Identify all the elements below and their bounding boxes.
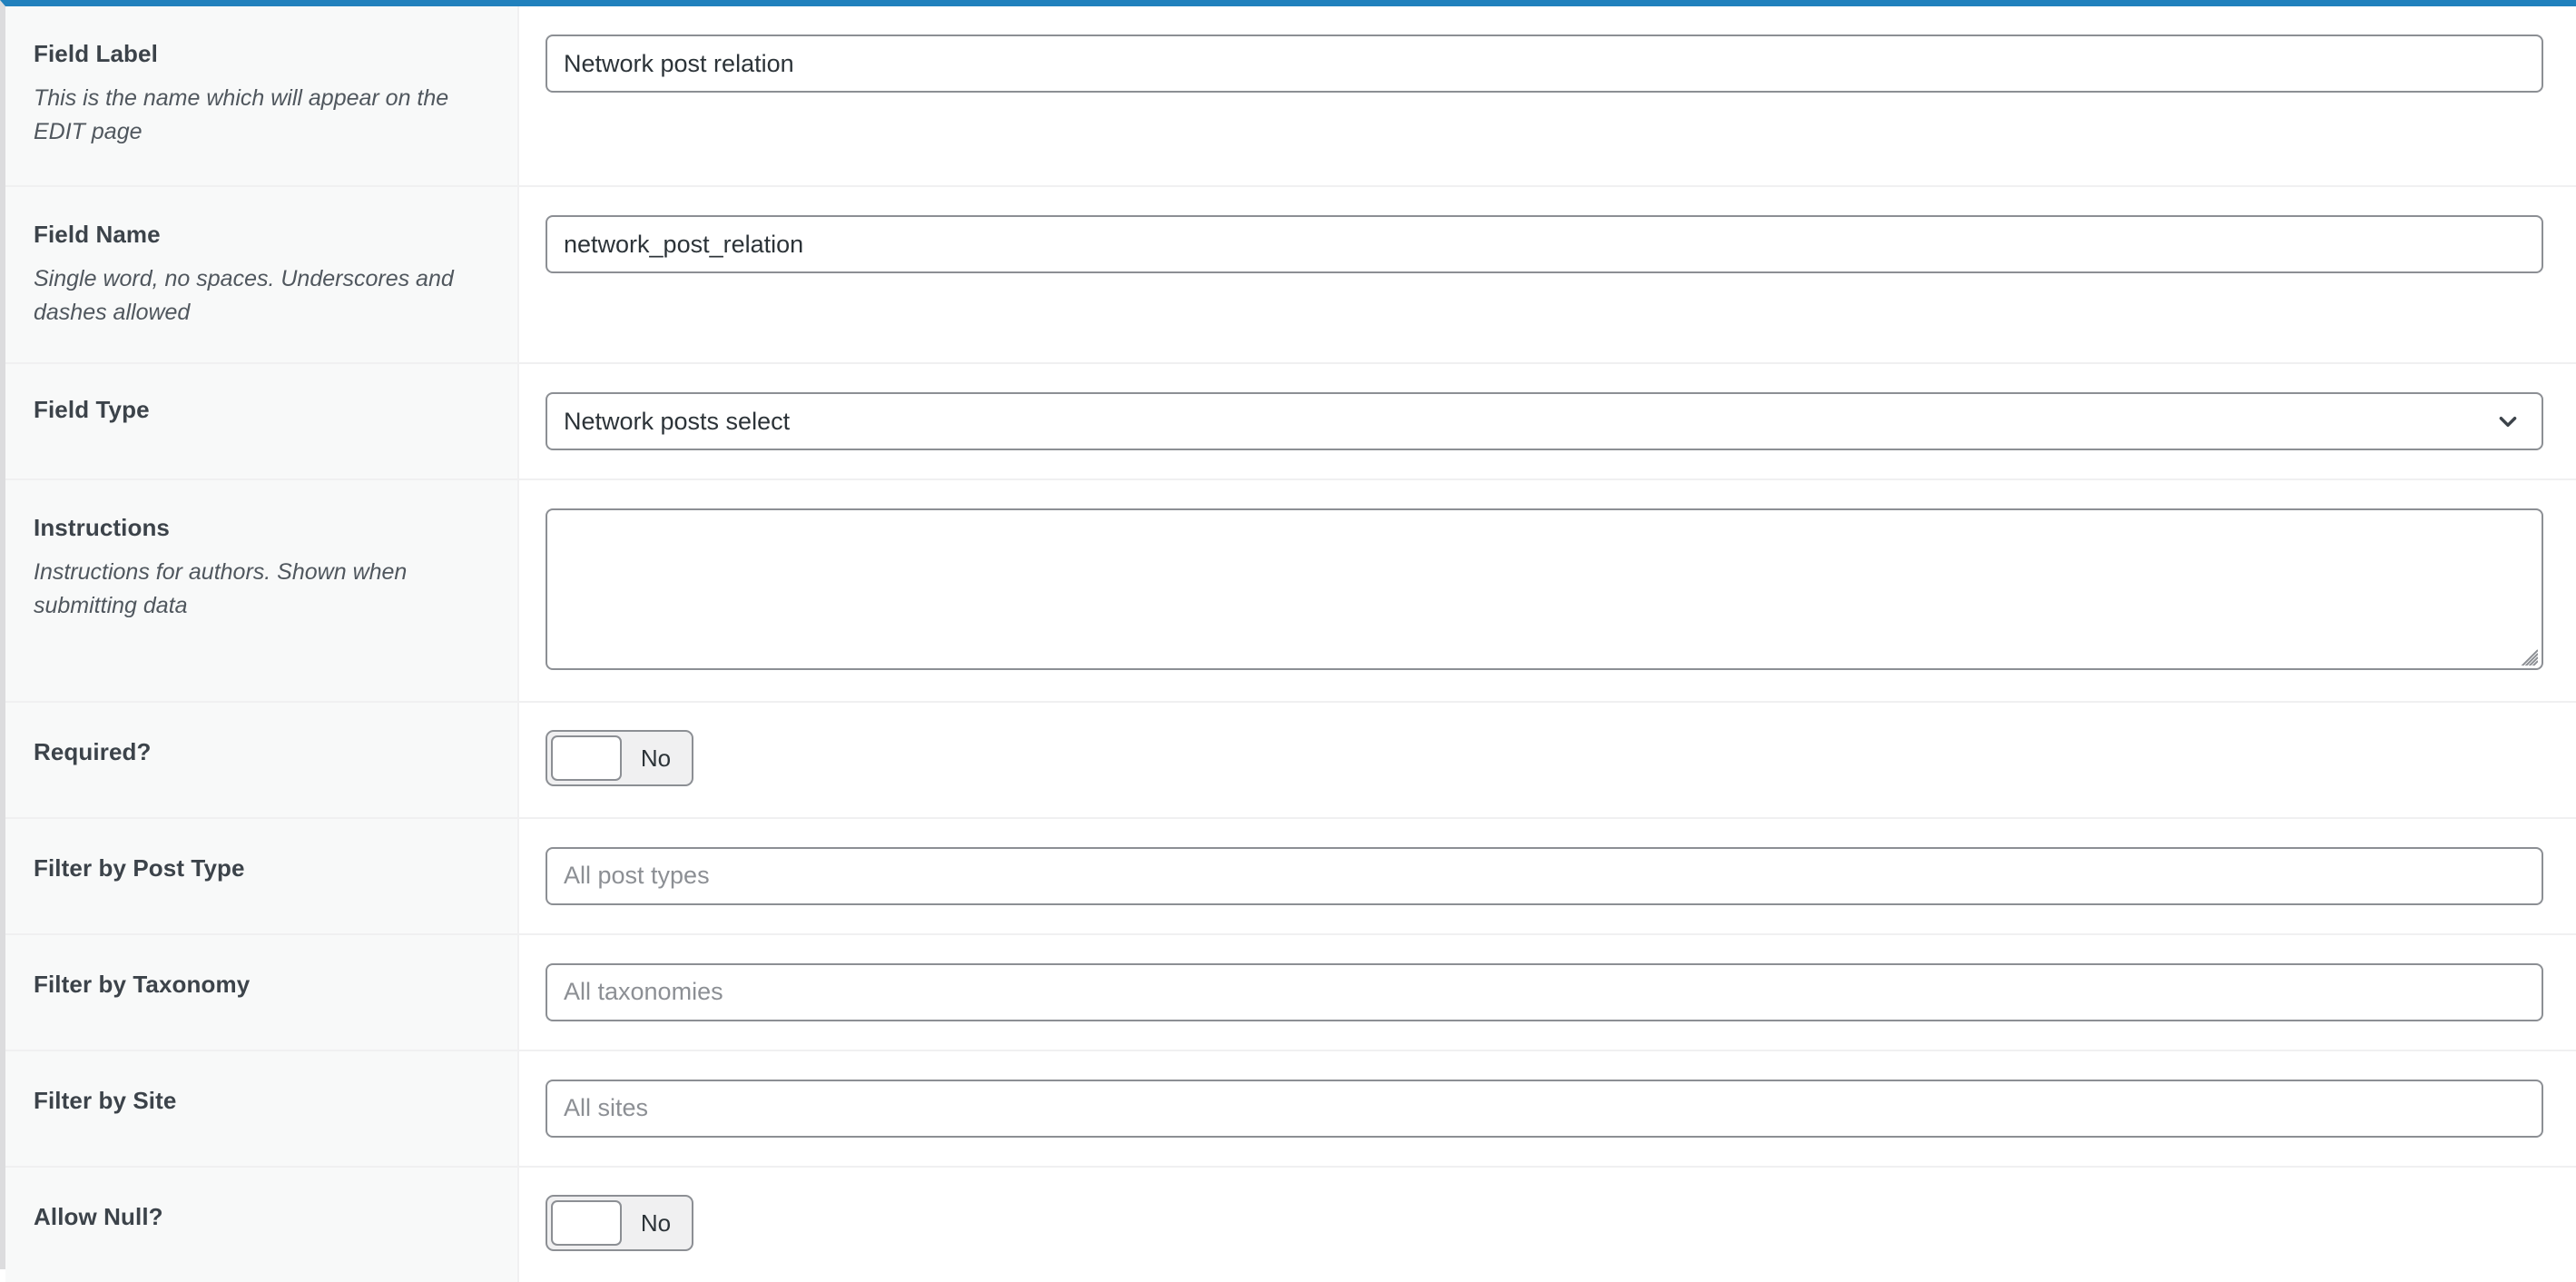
setting-row-field-type: Field Type Network posts select: [5, 364, 2576, 480]
input-cell-required: No: [519, 703, 2576, 817]
field-type-select[interactable]: Network posts select: [546, 392, 2543, 450]
label-cell-filter-site: Filter by Site: [5, 1051, 519, 1166]
field-name-input[interactable]: [546, 215, 2543, 273]
instructions-textarea[interactable]: [546, 508, 2543, 670]
input-cell-field-type: Network posts select: [519, 364, 2576, 478]
label-cell-field-type: Field Type: [5, 364, 519, 478]
setting-description-field-name: Single word, no spaces. Underscores and …: [34, 262, 481, 330]
setting-row-filter-site: Filter by Site: [5, 1051, 2576, 1168]
input-cell-filter-site: [519, 1051, 2576, 1166]
label-cell-filter-post-type: Filter by Post Type: [5, 819, 519, 933]
allow-null-toggle[interactable]: No: [546, 1195, 693, 1251]
setting-label-field-type: Field Type: [34, 395, 481, 426]
setting-label-filter-site: Filter by Site: [34, 1086, 481, 1117]
input-cell-field-name: [519, 187, 2576, 362]
filter-site-input[interactable]: [546, 1080, 2543, 1138]
setting-description-instructions: Instructions for authors. Shown when sub…: [34, 556, 481, 623]
field-settings-panel: Field Label This is the name which will …: [0, 0, 2576, 1269]
label-cell-filter-taxonomy: Filter by Taxonomy: [5, 935, 519, 1050]
field-type-selected-value: Network posts select: [546, 392, 2543, 450]
setting-label-filter-taxonomy: Filter by Taxonomy: [34, 970, 481, 1001]
setting-row-instructions: Instructions Instructions for authors. S…: [5, 480, 2576, 703]
setting-row-field-name: Field Name Single word, no spaces. Under…: [5, 187, 2576, 364]
setting-row-allow-null: Allow Null? No: [5, 1168, 2576, 1282]
setting-description-field-label: This is the name which will appear on th…: [34, 82, 481, 149]
field-label-input[interactable]: [546, 35, 2543, 93]
setting-label-allow-null: Allow Null?: [34, 1202, 481, 1233]
setting-label-field-label: Field Label: [34, 39, 481, 70]
setting-row-filter-post-type: Filter by Post Type: [5, 819, 2576, 935]
input-cell-filter-taxonomy: [519, 935, 2576, 1050]
filter-taxonomy-input[interactable]: [546, 963, 2543, 1021]
required-toggle-label: No: [622, 746, 688, 770]
setting-row-filter-taxonomy: Filter by Taxonomy: [5, 935, 2576, 1051]
input-cell-allow-null: No: [519, 1168, 2576, 1282]
label-cell-required: Required?: [5, 703, 519, 817]
label-cell-allow-null: Allow Null?: [5, 1168, 519, 1282]
input-cell-filter-post-type: [519, 819, 2576, 933]
input-cell-field-label: [519, 6, 2576, 185]
setting-row-field-label: Field Label This is the name which will …: [5, 6, 2576, 187]
filter-post-type-input[interactable]: [546, 847, 2543, 905]
required-toggle[interactable]: No: [546, 730, 693, 786]
label-cell-field-label: Field Label This is the name which will …: [5, 6, 519, 185]
setting-row-required: Required? No: [5, 703, 2576, 819]
allow-null-toggle-knob: [551, 1200, 622, 1246]
allow-null-toggle-label: No: [622, 1211, 688, 1235]
setting-label-field-name: Field Name: [34, 220, 481, 251]
required-toggle-knob: [551, 735, 622, 781]
instructions-textarea-wrap: [546, 508, 2543, 670]
setting-label-instructions: Instructions: [34, 513, 481, 544]
input-cell-instructions: [519, 480, 2576, 701]
setting-label-required: Required?: [34, 737, 481, 768]
setting-label-filter-post-type: Filter by Post Type: [34, 853, 481, 884]
label-cell-field-name: Field Name Single word, no spaces. Under…: [5, 187, 519, 362]
label-cell-instructions: Instructions Instructions for authors. S…: [5, 480, 519, 701]
